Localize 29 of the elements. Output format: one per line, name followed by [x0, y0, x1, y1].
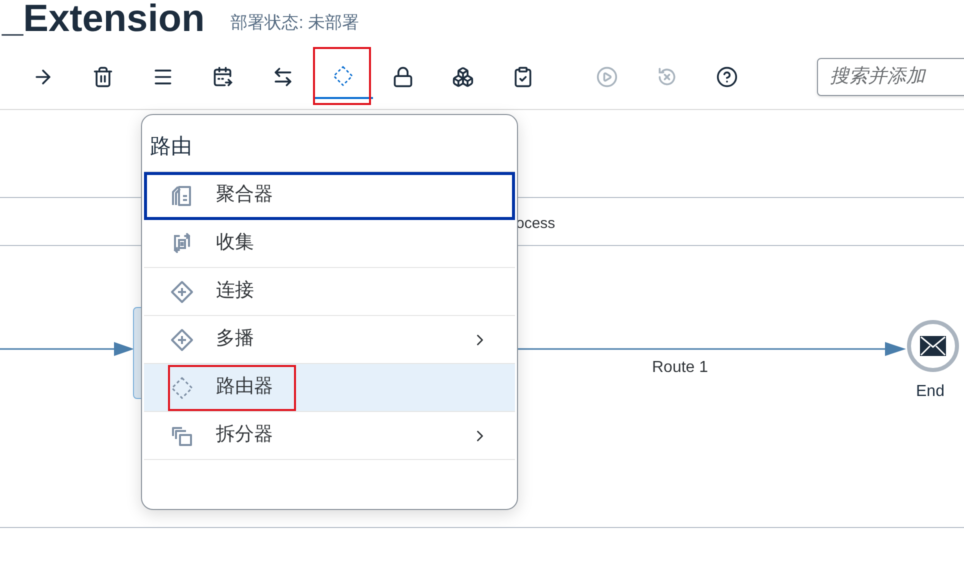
help-icon: [716, 66, 738, 88]
diamond-plus-icon: [170, 280, 194, 304]
menu-item-label: 聚合器: [216, 183, 274, 208]
menu-item-label: 多播: [216, 327, 255, 352]
lock-icon: [392, 66, 414, 88]
trash-icon: [92, 66, 114, 88]
envelope-icon: [920, 336, 946, 356]
dashed-diamond-icon: [332, 64, 354, 86]
menu-item[interactable]: 聚合器: [144, 172, 515, 220]
menu-item[interactable]: 路由器: [144, 364, 515, 412]
cubes-icon: [452, 66, 474, 88]
clipboard-check-icon: [512, 66, 534, 88]
menu-item-label: 连接: [216, 279, 255, 304]
menu-item-label: 路由器: [216, 375, 274, 400]
document-icon: [170, 184, 194, 208]
menu-item-label: 拆分器: [216, 423, 274, 448]
menu-item-label: 收集: [216, 231, 255, 256]
undo-cancel-icon: [656, 66, 678, 88]
search-field[interactable]: 搜索并添加: [817, 58, 964, 96]
page-title: _Extension: [2, 0, 205, 38]
play-icon: [596, 66, 618, 88]
diamond-plus-icon: [170, 328, 194, 352]
menu-title: 路由: [149, 134, 193, 160]
dashed-diamond-icon: [170, 376, 194, 400]
swap-arrows-icon: [272, 66, 294, 88]
deploy-status: 部署状态: 未部署: [230, 12, 360, 34]
route-label: Route 1: [652, 358, 708, 378]
end-label: End: [916, 382, 944, 402]
calendar-icon: [212, 66, 234, 88]
